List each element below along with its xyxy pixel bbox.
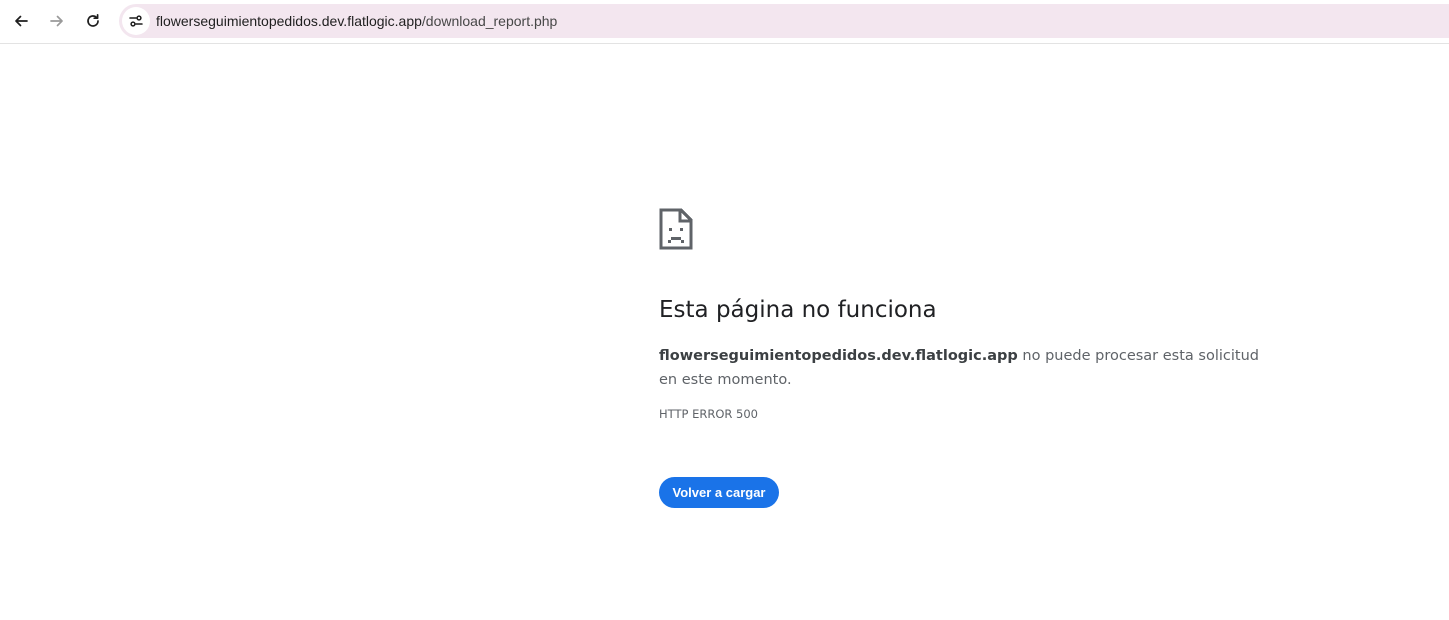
- error-description: flowerseguimientopedidos.dev.flatlogic.a…: [659, 344, 1259, 392]
- reload-icon: [87, 13, 99, 27]
- reload-button[interactable]: Volver a cargar: [659, 477, 779, 508]
- back-button[interactable]: [6, 6, 36, 36]
- arrow-right-icon: [50, 15, 63, 27]
- error-code: HTTP ERROR 500: [659, 407, 758, 421]
- forward-button[interactable]: [42, 6, 72, 36]
- url-path: /download_report.php: [421, 13, 558, 29]
- tune-icon: [129, 15, 143, 27]
- reload-button-toolbar[interactable]: [78, 6, 108, 36]
- error-title: Esta página no funciona: [659, 297, 937, 323]
- error-host: flowerseguimientopedidos.dev.flatlogic.a…: [659, 348, 1018, 364]
- url-host: flowerseguimientopedidos.dev.flatlogic.a…: [156, 13, 422, 29]
- arrow-left-icon: [15, 15, 28, 27]
- site-info-button[interactable]: [122, 7, 150, 35]
- browser-toolbar: flowerseguimientopedidos.dev.flatlogic.a…: [0, 0, 1449, 44]
- url-text[interactable]: flowerseguimientopedidos.dev.flatlogic.a…: [156, 13, 557, 29]
- sad-page-icon: [659, 208, 693, 250]
- address-bar[interactable]: flowerseguimientopedidos.dev.flatlogic.a…: [119, 4, 1449, 38]
